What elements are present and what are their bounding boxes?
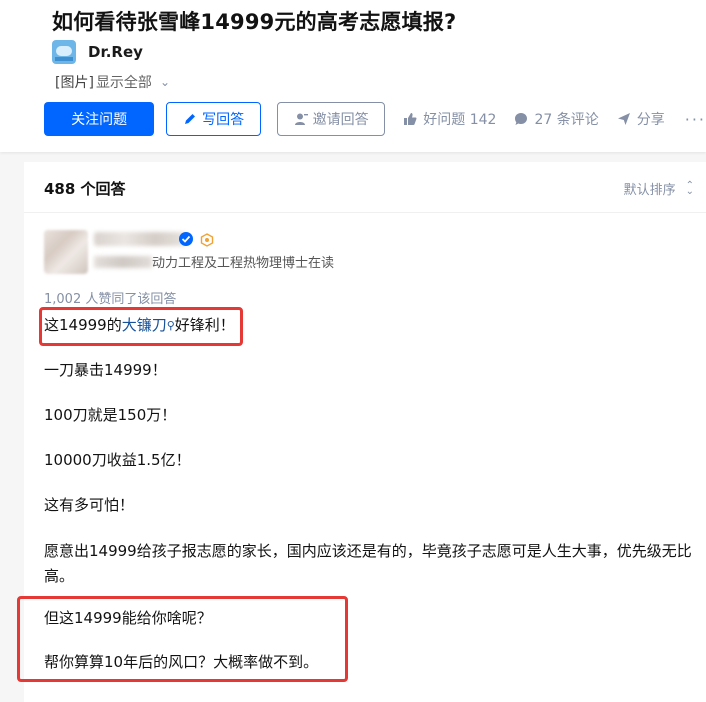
sort-dropdown[interactable]: 默认排序 ⌃ ⌄	[624, 179, 694, 198]
write-answer-label: 写回答	[202, 112, 245, 128]
answer-paragraph-4: 10000刀收益1.5亿！	[44, 451, 191, 469]
pencil-icon	[183, 112, 197, 126]
upvote-summary: 1,002 人赞同了该回答	[44, 292, 177, 307]
good-question-label: 好问题 142	[423, 112, 497, 128]
comments-button[interactable]: 27 条评论	[514, 109, 599, 129]
author-avatar[interactable]	[52, 40, 76, 64]
answers-count: 488 个回答	[44, 180, 126, 198]
verified-badge-icon	[178, 231, 194, 251]
answer-paragraph-5: 这有多可怕！	[44, 496, 135, 514]
answers-bar: 488 个回答 默认排序 ⌃ ⌄	[24, 162, 706, 213]
follow-question-button[interactable]: 关注问题	[44, 102, 155, 136]
image-tag: [图片]	[55, 75, 94, 91]
question-author[interactable]: Dr.Rey	[52, 40, 143, 64]
answer-author-name-blurred[interactable]	[94, 232, 186, 246]
highlight-box-1	[39, 307, 243, 346]
question-header: 如何看待张雪峰14999元的高考志愿填报? Dr.Rey [图片] 显示全部 ⌄…	[0, 0, 706, 152]
comment-icon	[514, 112, 528, 126]
answer-paragraph-3: 100刀就是150万！	[44, 406, 177, 424]
share-label: 分享	[636, 112, 665, 128]
question-excerpt[interactable]: [图片] 显示全部 ⌄	[55, 72, 170, 92]
chevron-down-icon[interactable]: ⌄	[160, 75, 170, 89]
sort-label: 默认排序	[623, 183, 676, 198]
answer-author-school-blurred	[94, 256, 152, 268]
good-question-button[interactable]: 好问题 142	[403, 109, 496, 129]
share-icon	[617, 112, 631, 126]
answer-author-bio: 动力工程及工程热物理博士在读	[152, 256, 335, 271]
sort-icon: ⌃ ⌄	[685, 179, 694, 197]
invite-user-icon	[294, 112, 308, 126]
show-all-link[interactable]: 显示全部	[96, 72, 152, 92]
highlight-box-2	[17, 596, 348, 682]
author-name[interactable]: Dr.Rey	[88, 43, 143, 61]
answer-paragraph-2: 一刀暴击14999！	[44, 361, 167, 379]
answer-paragraph-6: 愿意出14999给孩子报志愿的家长，国内应该还是有的，毕竟孩子志愿可是人生大事，…	[44, 542, 692, 585]
medal-icon	[200, 232, 214, 251]
question-actions: 关注问题 写回答 邀请回答 好问题 142 27 条评论 分享 ···	[44, 102, 706, 136]
share-button[interactable]: 分享	[617, 109, 665, 129]
write-answer-button[interactable]: 写回答	[166, 102, 261, 136]
comments-label: 27 条评论	[534, 112, 599, 128]
more-options-button[interactable]: ···	[685, 110, 706, 129]
question-title: 如何看待张雪峰14999元的高考志愿填报?	[52, 10, 457, 34]
invite-answer-button[interactable]: 邀请回答	[276, 102, 386, 136]
invite-answer-label: 邀请回答	[312, 112, 369, 128]
thumbs-up-icon	[403, 112, 417, 126]
answer-author-avatar[interactable]	[44, 230, 88, 274]
